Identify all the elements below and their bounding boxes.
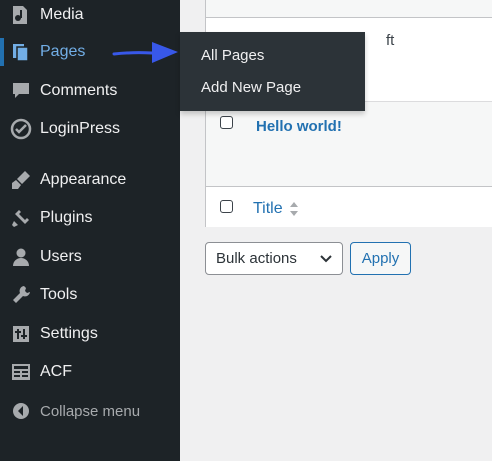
sidebar-item-comments[interactable]: Comments: [0, 73, 180, 109]
table-row: [206, 0, 492, 18]
sidebar-item-media[interactable]: Media: [0, 0, 180, 33]
appearance-icon: [9, 168, 33, 192]
bulk-actions-value: Bulk actions: [216, 250, 297, 267]
sidebar-item-settings[interactable]: Settings: [0, 316, 180, 352]
submenu-item-all-pages[interactable]: All Pages: [201, 47, 264, 64]
settings-icon: [9, 322, 33, 346]
bulk-actions-select[interactable]: Bulk actions: [205, 242, 343, 275]
collapse-menu-label: Collapse menu: [40, 402, 141, 420]
apply-button[interactable]: Apply: [350, 242, 411, 275]
admin-sidebar: Media Pages Comments LoginPress Appearan…: [0, 0, 180, 461]
submenu-item-add-new-page[interactable]: Add New Page: [201, 79, 301, 96]
sidebar-item-users[interactable]: Users: [0, 239, 180, 275]
table-row: Hello world!: [206, 101, 492, 186]
plugins-icon: [9, 206, 33, 230]
sidebar-item-label: Pages: [40, 43, 86, 60]
collapse-menu-button[interactable]: Collapse menu: [0, 393, 180, 429]
page-title-link[interactable]: Hello world!: [256, 118, 342, 135]
pages-submenu: All Pages Add New Page: [180, 32, 365, 111]
sidebar-item-appearance[interactable]: Appearance: [0, 162, 180, 198]
sidebar-item-loginpress[interactable]: LoginPress: [0, 111, 180, 147]
sidebar-item-label: Appearance: [40, 171, 127, 188]
title-column-sort[interactable]: Title: [253, 200, 299, 218]
pages-icon: [9, 40, 33, 64]
pointer-arrow-icon: [112, 42, 178, 63]
collapse-icon: [9, 399, 33, 423]
media-icon: [9, 3, 33, 27]
sidebar-item-tools[interactable]: Tools: [0, 277, 180, 313]
row-checkbox[interactable]: [220, 116, 233, 129]
chevron-down-icon: [319, 252, 333, 270]
draft-status-text: ft: [386, 32, 395, 49]
sidebar-item-label: Tools: [40, 286, 78, 303]
sort-icon: [289, 201, 299, 217]
sidebar-item-label: Plugins: [40, 209, 93, 226]
tools-icon: [9, 283, 33, 307]
users-icon: [9, 245, 33, 269]
sidebar-item-label: Media: [40, 6, 84, 23]
sidebar-item-label: ACF: [40, 363, 72, 380]
select-all-checkbox[interactable]: [220, 200, 233, 213]
sidebar-item-label: LoginPress: [40, 120, 121, 137]
sidebar-item-label: Users: [40, 248, 82, 265]
comments-icon: [9, 79, 33, 103]
title-column-label: Title: [253, 200, 283, 217]
sidebar-item-plugins[interactable]: Plugins: [0, 200, 180, 236]
acf-icon: [9, 360, 33, 384]
sidebar-item-acf[interactable]: ACF: [0, 354, 180, 390]
sidebar-item-label: Comments: [40, 82, 118, 99]
table-footer-row: Title: [206, 186, 492, 227]
sidebar-item-label: Settings: [40, 325, 98, 342]
loginpress-icon: [9, 117, 33, 141]
